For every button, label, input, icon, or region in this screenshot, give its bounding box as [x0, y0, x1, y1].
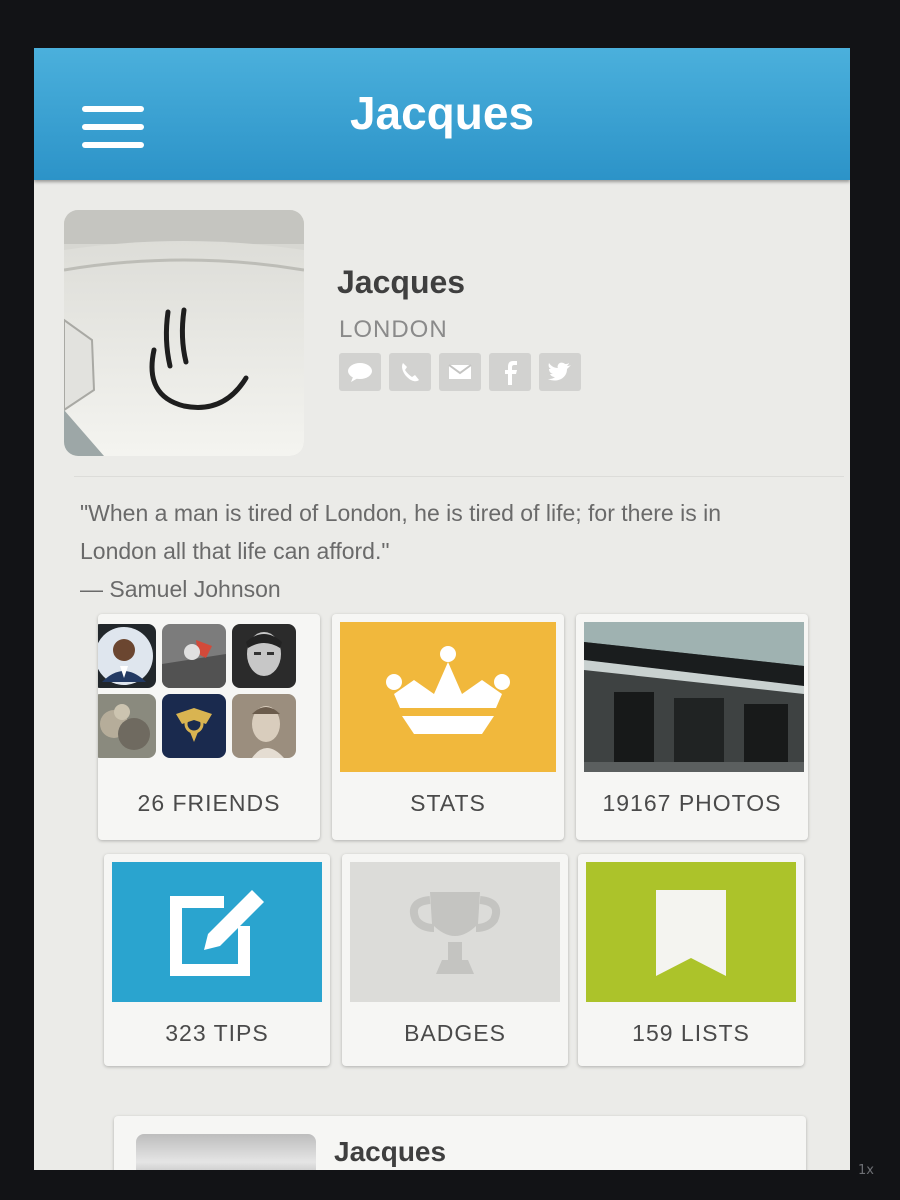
zoom-indicator: 1x — [858, 1163, 874, 1178]
page-title: Jacques — [349, 87, 535, 139]
friends-label: 26 FRIENDS — [137, 790, 281, 816]
navigation-bar: Jacques — [34, 48, 850, 180]
app-screen: Jacques Jacques LONDON "When a man is ti… — [34, 48, 850, 1170]
profile-city: LONDON — [339, 316, 448, 343]
badges-label: BADGES — [404, 1020, 506, 1046]
crown-icon — [386, 646, 510, 734]
friend-avatar — [162, 694, 226, 758]
email-icon[interactable] — [439, 353, 481, 391]
tips-artwork — [112, 862, 322, 1002]
message-icon[interactable] — [339, 353, 381, 391]
profile-quote: "When a man is tired of London, he is ti… — [80, 494, 800, 608]
stats-artwork — [340, 622, 556, 772]
lists-label: 159 LISTS — [632, 1020, 750, 1046]
activity-thumbnail — [136, 1134, 316, 1170]
activity-user-name: Jacques — [334, 1136, 447, 1167]
friend-avatar — [98, 694, 156, 758]
lists-tile[interactable]: 159 LISTS — [578, 854, 804, 1066]
profile-name: Jacques — [337, 264, 466, 300]
friend-avatar — [162, 624, 226, 688]
friend-avatar — [232, 624, 296, 688]
bookmark-icon — [656, 890, 726, 976]
contact-actions — [339, 353, 581, 391]
stats-label: STATS — [410, 790, 486, 816]
badges-artwork — [350, 862, 560, 1002]
divider — [74, 476, 844, 477]
twitter-icon[interactable] — [539, 353, 581, 391]
activity-card[interactable]: Jacques — [114, 1116, 806, 1170]
photos-artwork — [584, 622, 804, 772]
friend-avatar — [232, 694, 296, 758]
edit-icon — [170, 890, 264, 976]
friend-avatar — [98, 624, 156, 688]
facebook-icon[interactable] — [489, 353, 531, 391]
stats-tile[interactable]: STATS — [332, 614, 564, 840]
tips-tile[interactable]: 323 TIPS — [104, 854, 330, 1066]
trophy-icon — [409, 892, 501, 974]
tips-label: 323 TIPS — [165, 1020, 269, 1046]
lists-artwork — [586, 862, 796, 1002]
quote-author: — Samuel Johnson — [80, 576, 281, 602]
friends-tile[interactable]: 26 FRIENDS — [98, 614, 320, 840]
photos-tile[interactable]: 19167 PHOTOS — [576, 614, 808, 840]
profile-photo[interactable] — [64, 210, 304, 456]
friends-avatar-grid — [98, 624, 320, 758]
photos-label: 19167 PHOTOS — [602, 790, 782, 816]
phone-icon[interactable] — [389, 353, 431, 391]
badges-tile[interactable]: BADGES — [342, 854, 568, 1066]
quote-text: "When a man is tired of London, he is ti… — [80, 500, 721, 564]
